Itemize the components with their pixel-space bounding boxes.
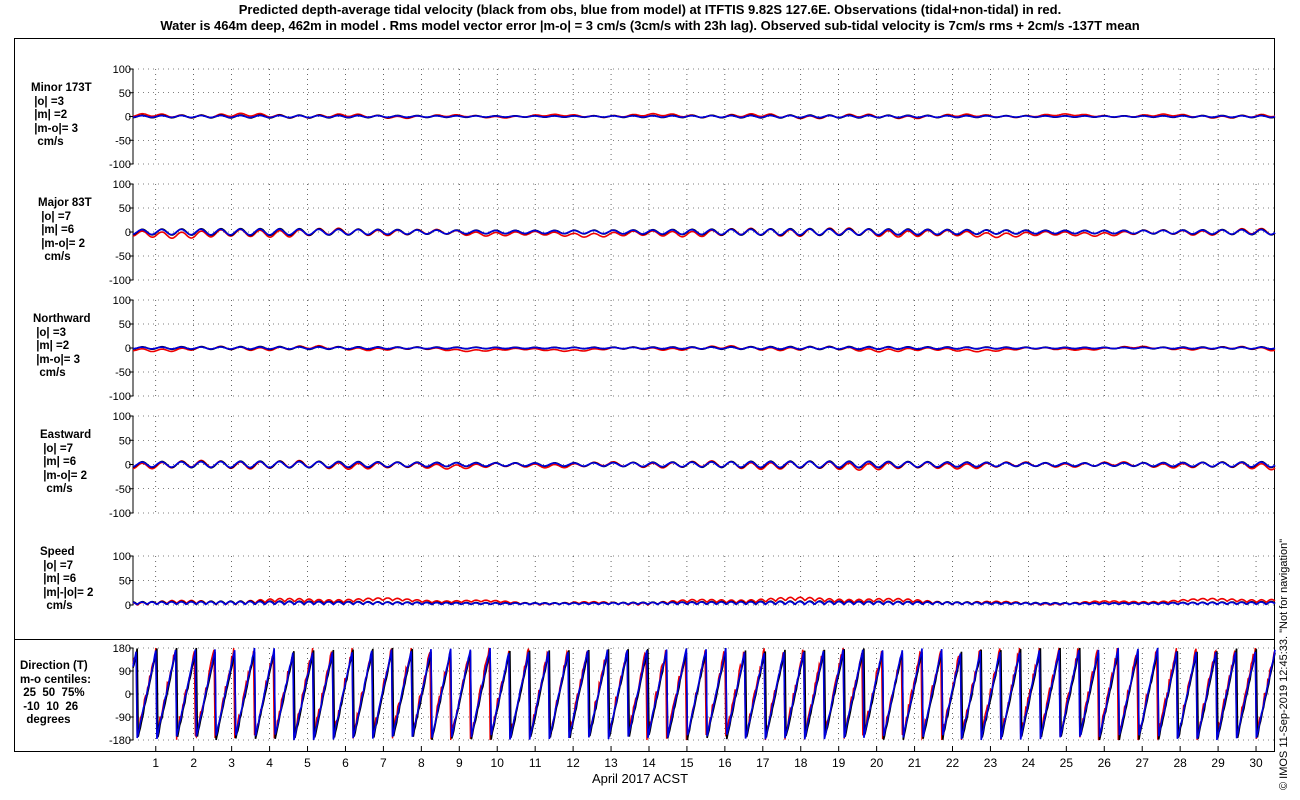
y-tick-label: -180 <box>109 735 131 747</box>
panel-label-line: |m-o|= 2 <box>40 469 88 482</box>
y-tick-label: 50 <box>119 576 131 588</box>
x-tick-label: 25 <box>1060 756 1074 770</box>
x-tick-label: 27 <box>1136 756 1150 770</box>
x-tick-label: 2 <box>190 756 197 770</box>
x-tick-label: 13 <box>604 756 618 770</box>
y-tick-label: 50 <box>119 319 131 331</box>
tidal-model-series <box>132 114 1276 119</box>
panel-label-line: cm/s <box>31 136 64 148</box>
y-tick-label: 0 <box>125 460 131 472</box>
panel-label-line: cm/s <box>38 251 71 263</box>
panel-label-line: Minor 173T <box>31 82 92 94</box>
y-tick-label: 100 <box>113 295 131 307</box>
panel-label-line: m-o centiles: <box>20 673 91 686</box>
x-tick-label: 30 <box>1249 756 1263 770</box>
panel-label-line: degrees <box>20 714 71 726</box>
panel-label-line: |m| =2 <box>33 340 70 352</box>
x-tick-label: 16 <box>718 756 732 770</box>
x-tick-label: 6 <box>342 756 349 770</box>
x-tick-label: 19 <box>832 756 846 770</box>
x-tick-label: 23 <box>984 756 998 770</box>
y-tick-label: -50 <box>115 135 131 147</box>
x-tick-label: 7 <box>380 756 387 770</box>
panel-label-line: 25 50 75% <box>20 687 85 699</box>
panel-label-line: -10 10 26 <box>20 700 79 713</box>
panel-label-line: |m| =2 <box>31 109 68 121</box>
x-tick-label: 28 <box>1173 756 1187 770</box>
panel-label-line: |o| =7 <box>38 210 71 223</box>
y-tick-label: 100 <box>113 64 131 76</box>
credit-text: © IMOS 11-Sep-2019 12:45:33. "Not for na… <box>1278 538 1290 790</box>
x-tick-label: 14 <box>642 756 656 770</box>
x-tick-label: 18 <box>794 756 808 770</box>
x-tick-label: 20 <box>870 756 884 770</box>
y-tick-label: 0 <box>125 689 131 701</box>
panel-label-line: cm/s <box>40 600 73 612</box>
x-tick-label: 29 <box>1211 756 1225 770</box>
y-tick-label: -100 <box>109 391 131 403</box>
x-tick-label: 22 <box>946 756 960 770</box>
x-tick-label: 10 <box>491 756 505 770</box>
x-tick-label: 4 <box>266 756 273 770</box>
y-tick-label: 0 <box>125 343 131 355</box>
panel-label-line: Direction (T) <box>20 660 88 672</box>
x-tick-label: 15 <box>680 756 694 770</box>
y-tick-label: -100 <box>109 508 131 520</box>
y-tick-label: 180 <box>113 643 131 655</box>
y-tick-label: 100 <box>113 411 131 423</box>
x-tick-label: 3 <box>228 756 235 770</box>
x-tick-label: 17 <box>756 756 770 770</box>
panel-label-line: Northward <box>33 313 91 325</box>
panel-label-line: Major 83T <box>38 197 92 209</box>
panel-label-line: Eastward <box>40 429 92 441</box>
y-tick-label: 90 <box>119 666 131 678</box>
panel-label-line: |m| =6 <box>38 224 75 236</box>
panel-label-line: |m| =6 <box>40 573 77 585</box>
tidal-velocity-chart: 100500-50-100100500-50-100100500-50-1001… <box>14 38 1276 770</box>
panel-label-line: cm/s <box>40 483 73 495</box>
y-tick-label: -50 <box>115 484 131 496</box>
x-tick-label: 5 <box>304 756 311 770</box>
panel-label-line: |m|-|o|= 2 <box>40 586 94 599</box>
panel-label-line: |o| =7 <box>40 442 73 455</box>
x-axis-label: April 2017 ACST <box>591 771 689 786</box>
x-tick-label: 24 <box>1022 756 1036 770</box>
panel-label-line: |m-o|= 3 <box>31 122 79 135</box>
y-tick-label: 100 <box>113 179 131 191</box>
y-tick-label: -100 <box>109 275 131 287</box>
panel-label-line: Speed <box>40 546 75 558</box>
y-tick-label: 50 <box>119 203 131 215</box>
y-tick-label: 0 <box>125 112 131 124</box>
x-tick-label: 11 <box>529 756 542 770</box>
y-tick-label: 0 <box>125 600 131 612</box>
panel-label-line: |o| =3 <box>33 326 66 339</box>
outer-frame <box>14 38 1275 752</box>
panel-label-line: cm/s <box>33 367 66 379</box>
y-tick-label: -90 <box>115 712 131 724</box>
panel-label-line: |m-o|= 2 <box>38 237 86 250</box>
y-tick-label: -50 <box>115 251 131 263</box>
y-tick-label: 100 <box>113 551 131 563</box>
panel-label-line: |o| =7 <box>40 559 73 572</box>
x-tick-label: 26 <box>1098 756 1112 770</box>
x-tick-label: 1 <box>152 756 159 770</box>
y-tick-label: 50 <box>119 435 131 447</box>
y-tick-label: 50 <box>119 88 131 100</box>
panel-label-line: |m| =6 <box>40 456 77 468</box>
y-tick-label: -100 <box>109 159 131 171</box>
x-tick-label: 21 <box>908 756 922 770</box>
panel-label-line: |m-o|= 3 <box>33 353 81 366</box>
x-tick-label: 9 <box>456 756 463 770</box>
x-tick-label: 8 <box>418 756 425 770</box>
panel-label-line: |o| =3 <box>31 95 64 108</box>
y-tick-label: 0 <box>125 227 131 239</box>
x-tick-label: 12 <box>566 756 580 770</box>
y-tick-label: -50 <box>115 367 131 379</box>
